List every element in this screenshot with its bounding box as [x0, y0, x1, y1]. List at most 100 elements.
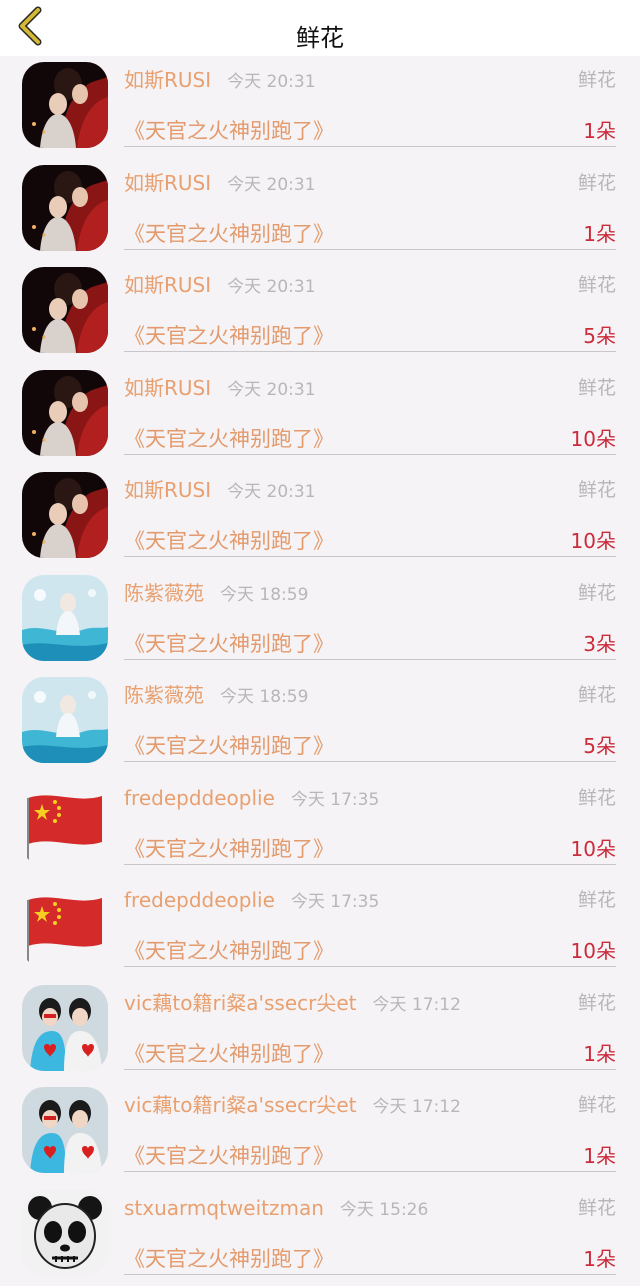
- gift-type-label: 鲜花: [578, 886, 616, 914]
- timestamp: 今天 15:26: [340, 1200, 428, 1220]
- nav-header: 鲜花: [0, 0, 640, 56]
- avatar[interactable]: [22, 165, 108, 251]
- sender-name-text: 如斯RUSI: [124, 478, 211, 502]
- sender-name-text: 如斯RUSI: [124, 171, 211, 195]
- gift-count: 1朵: [583, 1039, 616, 1069]
- timestamp: 今天 18:59: [220, 585, 308, 605]
- gift-count: 3朵: [583, 629, 616, 659]
- sender-name[interactable]: 如斯RUSI 今天 20:31: [124, 66, 316, 96]
- avatar[interactable]: [22, 575, 108, 661]
- list-item[interactable]: 如斯RUSI今天 20:31 鲜花 《天官之火神别跑了》 10朵: [0, 364, 640, 467]
- sender-name-text: 如斯RUSI: [124, 273, 211, 297]
- gift-count: 1朵: [583, 1244, 616, 1274]
- sender-name[interactable]: fredepddeoplie今天 17:35: [124, 784, 379, 814]
- list-item[interactable]: 陈紫薇苑今天 18:59 鲜花 《天官之火神别跑了》 3朵: [0, 569, 640, 672]
- sender-name-text: fredepddeoplie: [124, 786, 275, 810]
- book-title-link[interactable]: 《天官之火神别跑了》: [124, 424, 334, 454]
- avatar[interactable]: [22, 1190, 108, 1276]
- sender-name[interactable]: 如斯RUSI 今天 20:31: [124, 169, 316, 199]
- list-item[interactable]: 如斯RUSI 今天 20:31 鲜花 《天官之火神别跑了》 1朵: [0, 56, 640, 159]
- gift-type-label: 鲜花: [578, 681, 616, 709]
- list-item[interactable]: 如斯RUSI今天 20:31 鲜花 《天官之火神别跑了》 5朵: [0, 261, 640, 364]
- timestamp: 今天 18:59: [220, 687, 308, 707]
- gift-type-label: 鲜花: [578, 1091, 616, 1119]
- gift-type-label: 鲜花: [578, 784, 616, 812]
- list-item[interactable]: 陈紫薇苑今天 18:59 鲜花 《天官之火神别跑了》 5朵: [0, 671, 640, 774]
- gift-count: 10朵: [571, 936, 616, 966]
- sender-name-text: 陈紫薇苑: [124, 581, 204, 605]
- avatar[interactable]: [22, 780, 108, 866]
- list-item[interactable]: fredepddeoplie 今天 17:35 鲜花 《天官之火神别跑了》 10朵: [0, 876, 640, 979]
- avatar[interactable]: [22, 62, 108, 148]
- divider: [124, 966, 616, 967]
- gift-count: 10朵: [571, 526, 616, 556]
- sender-name-text: 如斯RUSI: [124, 68, 211, 92]
- book-title-link[interactable]: 《天官之火神别跑了》: [124, 1141, 334, 1171]
- sender-name[interactable]: vic藕to籍ri粲a'ssecr尖et 今天 17:12: [124, 989, 461, 1019]
- timestamp: 今天 20:31: [227, 72, 315, 92]
- list-item[interactable]: 如斯RUSI今天 20:31 鲜花 《天官之火神别跑了》 1朵: [0, 159, 640, 262]
- gift-record-list: 如斯RUSI 今天 20:31 鲜花 《天官之火神别跑了》 1朵 如斯RUSI 今天…: [0, 56, 640, 1286]
- divider: [124, 249, 616, 250]
- avatar[interactable]: [22, 370, 108, 456]
- sender-name[interactable]: 如斯RUSI 今天 20:31: [124, 374, 316, 404]
- book-title-link[interactable]: 《天官之火神别跑了》: [124, 526, 334, 556]
- sender-name-text: vic藕to籍ri粲a'ssecr尖et: [124, 991, 357, 1015]
- sender-name-text: fredepddeoplie: [124, 888, 275, 912]
- sender-name[interactable]: 陈紫薇苑今天 18:59: [124, 579, 308, 609]
- sender-name-text: stxuarmqtweitzman: [124, 1196, 324, 1220]
- timestamp: 今天 20:31: [227, 277, 315, 297]
- timestamp: 今天 17:12: [373, 995, 461, 1015]
- sender-name-text: vic藕to籍ri粲a'ssecr尖et: [124, 1093, 357, 1117]
- list-item[interactable]: fredepddeoplie今天 17:35 鲜花 《天官之火神别跑了》 10朵: [0, 774, 640, 877]
- gift-count: 5朵: [583, 731, 616, 761]
- avatar[interactable]: [22, 267, 108, 353]
- book-title-link[interactable]: 《天官之火神别跑了》: [124, 1244, 334, 1274]
- timestamp: 今天 20:31: [227, 482, 315, 502]
- avatar[interactable]: [22, 985, 108, 1071]
- page-title: 鲜花: [0, 20, 640, 56]
- book-title-link[interactable]: 《天官之火神别跑了》: [124, 116, 334, 146]
- gift-type-label: 鲜花: [578, 169, 616, 197]
- sender-name[interactable]: 如斯RUSI 今天 20:31: [124, 476, 316, 506]
- gift-type-label: 鲜花: [578, 66, 616, 94]
- list-item[interactable]: stxuarmqtweitzman今天 15:26 鲜花 《天官之火神别跑了》 …: [0, 1184, 640, 1286]
- book-title-link[interactable]: 《天官之火神别跑了》: [124, 731, 334, 761]
- sender-name[interactable]: fredepddeoplie 今天 17:35: [124, 886, 379, 916]
- timestamp: 今天 17:35: [291, 892, 379, 912]
- gift-count: 1朵: [583, 116, 616, 146]
- book-title-link[interactable]: 《天官之火神别跑了》: [124, 834, 334, 864]
- list-item[interactable]: 如斯RUSI 今天 20:31 鲜花 《天官之火神别跑了》 10朵: [0, 466, 640, 569]
- timestamp: 今天 20:31: [227, 175, 315, 195]
- sender-name[interactable]: vic藕to籍ri粲a'ssecr尖et 今天 17:12: [124, 1091, 461, 1121]
- book-title-link[interactable]: 《天官之火神别跑了》: [124, 321, 334, 351]
- list-item[interactable]: vic藕to籍ri粲a'ssecr尖et 今天 17:12 鲜花 《天官之火神别跑…: [0, 1081, 640, 1184]
- sender-name[interactable]: stxuarmqtweitzman 今天 15:26: [124, 1194, 428, 1224]
- gift-type-label: 鲜花: [578, 989, 616, 1017]
- divider: [124, 761, 616, 762]
- gift-type-label: 鲜花: [578, 579, 616, 607]
- sender-name[interactable]: 陈紫薇苑今天 18:59: [124, 681, 308, 711]
- timestamp: 今天 20:31: [227, 380, 315, 400]
- gift-count: 10朵: [571, 424, 616, 454]
- gift-type-label: 鲜花: [578, 271, 616, 299]
- divider: [124, 351, 616, 352]
- divider: [124, 454, 616, 455]
- sender-name[interactable]: 如斯RUSI 今天 20:31: [124, 271, 316, 301]
- avatar[interactable]: [22, 882, 108, 968]
- list-item[interactable]: vic藕to籍ri粲a'ssecr尖et 今天 17:12 鲜花 《天官之火神别跑…: [0, 979, 640, 1082]
- timestamp: 今天 17:12: [373, 1097, 461, 1117]
- book-title-link[interactable]: 《天官之火神别跑了》: [124, 219, 334, 249]
- sender-name-text: 如斯RUSI: [124, 376, 211, 400]
- divider: [124, 659, 616, 660]
- divider: [124, 146, 616, 147]
- book-title-link[interactable]: 《天官之火神别跑了》: [124, 629, 334, 659]
- avatar[interactable]: [22, 677, 108, 763]
- book-title-link[interactable]: 《天官之火神别跑了》: [124, 936, 334, 966]
- gift-type-label: 鲜花: [578, 476, 616, 504]
- divider: [124, 1171, 616, 1172]
- avatar[interactable]: [22, 1087, 108, 1173]
- avatar[interactable]: [22, 472, 108, 558]
- book-title-link[interactable]: 《天官之火神别跑了》: [124, 1039, 334, 1069]
- gift-type-label: 鲜花: [578, 1194, 616, 1222]
